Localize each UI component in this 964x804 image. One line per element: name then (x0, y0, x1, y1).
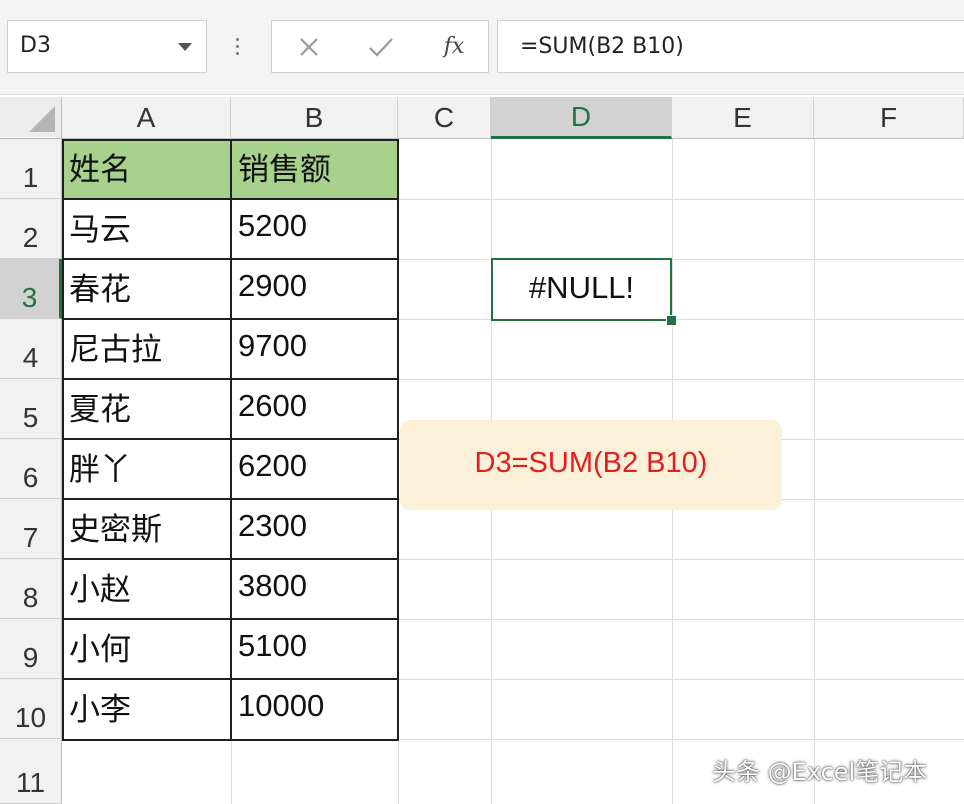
table-border (62, 258, 399, 260)
gridline (62, 739, 964, 740)
cell-a6[interactable]: 胖丫 (62, 439, 231, 499)
column-header-c[interactable]: C (398, 97, 491, 139)
row-header-1[interactable]: 1 (0, 139, 62, 199)
row-header-2[interactable]: 2 (0, 199, 62, 259)
insert-function-icon[interactable]: fx (437, 21, 471, 72)
row-header-3[interactable]: 3 (0, 259, 62, 319)
row-header-7[interactable]: 7 (0, 499, 62, 559)
cell-a9[interactable]: 小何 (62, 619, 231, 679)
cell-a4[interactable]: 尼古拉 (62, 319, 231, 379)
select-all-corner[interactable] (0, 97, 62, 139)
table-border (62, 378, 399, 380)
cell-a7[interactable]: 史密斯 (62, 499, 231, 559)
active-cell-d3[interactable]: #NULL! (491, 258, 672, 321)
formula-buttons: fx (271, 20, 489, 73)
table-border (62, 678, 399, 680)
chevron-down-icon[interactable] (178, 43, 192, 51)
row-header-4[interactable]: 4 (0, 319, 62, 379)
column-header-d[interactable]: D (491, 97, 672, 139)
table-border (62, 438, 399, 440)
cell-b4[interactable]: 9700 (231, 319, 398, 379)
cell-b6[interactable]: 6200 (231, 439, 398, 499)
fill-handle[interactable] (666, 315, 677, 326)
table-border (230, 139, 232, 741)
table-border (62, 498, 399, 500)
cell-b9[interactable]: 5100 (231, 619, 398, 679)
column-header-b[interactable]: B (231, 97, 398, 139)
table-border (62, 198, 399, 200)
name-box[interactable]: D3 (7, 20, 207, 73)
cell-a8[interactable]: 小赵 (62, 559, 231, 619)
formula-text: =SUM(B2 B10) (520, 34, 684, 59)
cell-b2[interactable]: 5200 (231, 199, 398, 259)
row-header-6[interactable]: 6 (0, 439, 62, 499)
table-border (62, 558, 399, 560)
cell-b1[interactable]: 销售额 (231, 139, 398, 199)
cell-b7[interactable]: 2300 (231, 499, 398, 559)
name-box-value: D3 (20, 33, 51, 58)
table-border (62, 618, 399, 620)
row-header-10[interactable]: 10 (0, 679, 62, 739)
enter-check-icon[interactable] (366, 21, 396, 72)
cell-a1[interactable]: 姓名 (62, 139, 231, 199)
cancel-icon[interactable] (294, 21, 324, 72)
select-all-triangle-icon (29, 106, 55, 132)
cell-a5[interactable]: 夏花 (62, 379, 231, 439)
watermark: 头条 @Excel笔记本 (712, 758, 928, 786)
cell-b5[interactable]: 2600 (231, 379, 398, 439)
more-options-icon[interactable] (231, 36, 245, 58)
formula-input[interactable]: =SUM(B2 B10) (497, 20, 964, 73)
formula-bar: D3 fx =SUM(B2 B10) (0, 0, 964, 95)
formula-annotation: D3=SUM(B2 B10) (400, 420, 782, 510)
column-header-e[interactable]: E (672, 97, 814, 139)
row-header-11[interactable]: 11 (0, 739, 62, 804)
column-header-f[interactable]: F (814, 97, 964, 139)
gridline (398, 139, 399, 804)
row-header-9[interactable]: 9 (0, 619, 62, 679)
cell-a3[interactable]: 春花 (62, 259, 231, 319)
cell-a2[interactable]: 马云 (62, 199, 231, 259)
table-border (62, 318, 399, 320)
cell-b10[interactable]: 10000 (231, 679, 398, 739)
cell-b3[interactable]: 2900 (231, 259, 398, 319)
gridline (814, 139, 815, 804)
row-header-5[interactable]: 5 (0, 379, 62, 439)
row-header-8[interactable]: 8 (0, 559, 62, 619)
cell-a10[interactable]: 小李 (62, 679, 231, 739)
cell-b8[interactable]: 3800 (231, 559, 398, 619)
column-header-a[interactable]: A (62, 97, 231, 139)
